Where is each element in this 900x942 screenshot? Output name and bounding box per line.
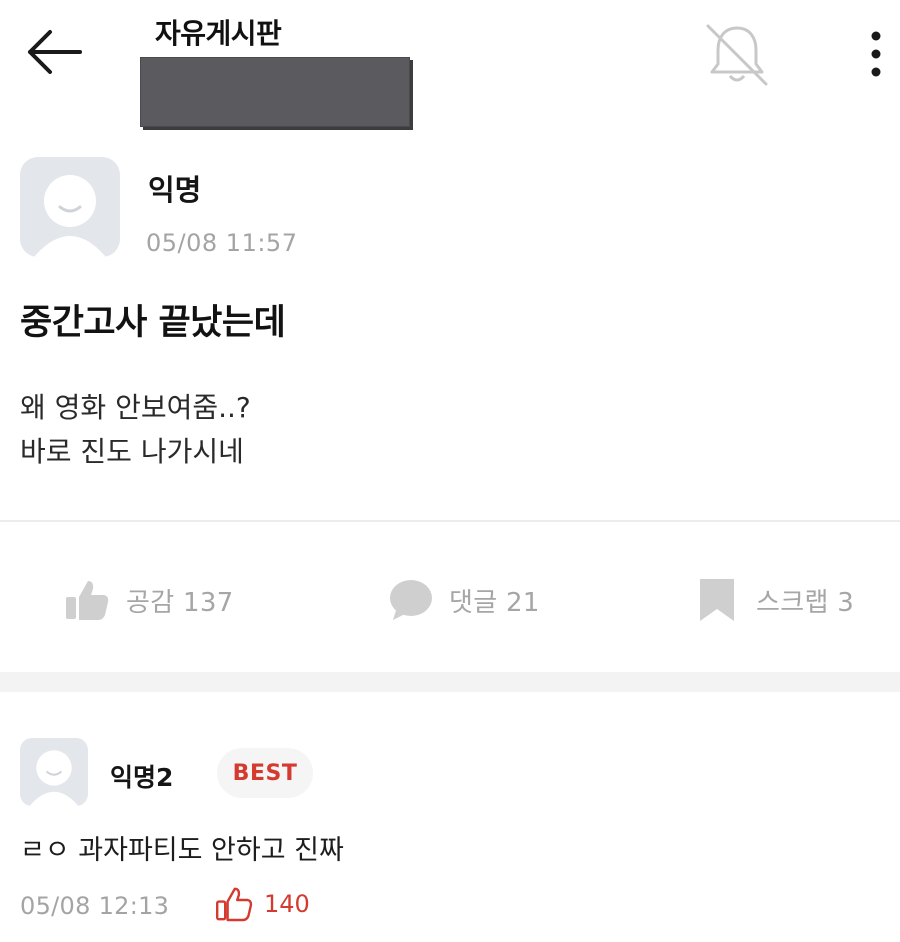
top-app-bar: 자유게시판 — [0, 0, 900, 140]
divider — [0, 520, 900, 522]
scrap-count-label: 스크랩 3 — [756, 587, 855, 618]
redacted-subtitle — [140, 57, 410, 127]
comment-button[interactable]: 댓글 21 — [385, 570, 540, 630]
avatar — [20, 157, 120, 257]
section-separator — [0, 672, 900, 692]
default-profile-icon — [34, 175, 106, 257]
scrap-button[interactable]: 스크랩 3 — [692, 570, 854, 630]
post-date: 05/08 11:57 — [146, 229, 298, 257]
like-button[interactable]: 공감 137 — [62, 570, 234, 630]
post-author-block: 익명 05/08 11:57 — [20, 157, 520, 262]
comment-like-count: 140 — [264, 890, 310, 918]
comment-author: 익명2 — [110, 763, 174, 792]
post-title: 중간고사 끝났는데 — [20, 303, 286, 343]
avatar — [20, 738, 88, 806]
comment-text: ㄹㅇ 과자파티도 안하고 진짜 — [20, 835, 344, 866]
comment-item: 익명2 BEST ㄹㅇ 과자파티도 안하고 진짜 05/08 12:13 140 — [0, 692, 900, 942]
back-button[interactable] — [22, 24, 86, 80]
best-badge: BEST — [217, 748, 313, 798]
thumbs-up-outline-icon — [216, 887, 253, 922]
author-name: 익명 — [148, 173, 202, 207]
more-vertical-icon — [871, 31, 881, 77]
post-actions-bar: 공감 137 댓글 21 스크랩 3 — [0, 560, 900, 640]
default-profile-icon — [29, 750, 79, 806]
post-body-line: 바로 진도 나가시네 — [20, 435, 244, 468]
speech-bubble-icon — [390, 580, 432, 620]
post-body: 왜 영화 안보여줌..? 바로 진도 나가시네 — [20, 386, 251, 474]
bell-off-icon — [706, 24, 768, 86]
comment-like-button[interactable]: 140 — [214, 884, 310, 924]
like-count-label: 공감 137 — [126, 587, 234, 618]
arrow-left-icon — [28, 30, 82, 74]
more-options-button[interactable] — [858, 24, 894, 84]
post-body-line: 왜 영화 안보여줌..? — [20, 391, 251, 424]
bookmark-icon — [700, 579, 734, 621]
comment-count-label: 댓글 21 — [449, 587, 540, 618]
board-title: 자유게시판 — [155, 17, 282, 50]
comment-date: 05/08 12:13 — [20, 892, 170, 920]
notification-toggle-button[interactable] — [700, 18, 774, 90]
thumbs-up-icon — [66, 581, 109, 620]
